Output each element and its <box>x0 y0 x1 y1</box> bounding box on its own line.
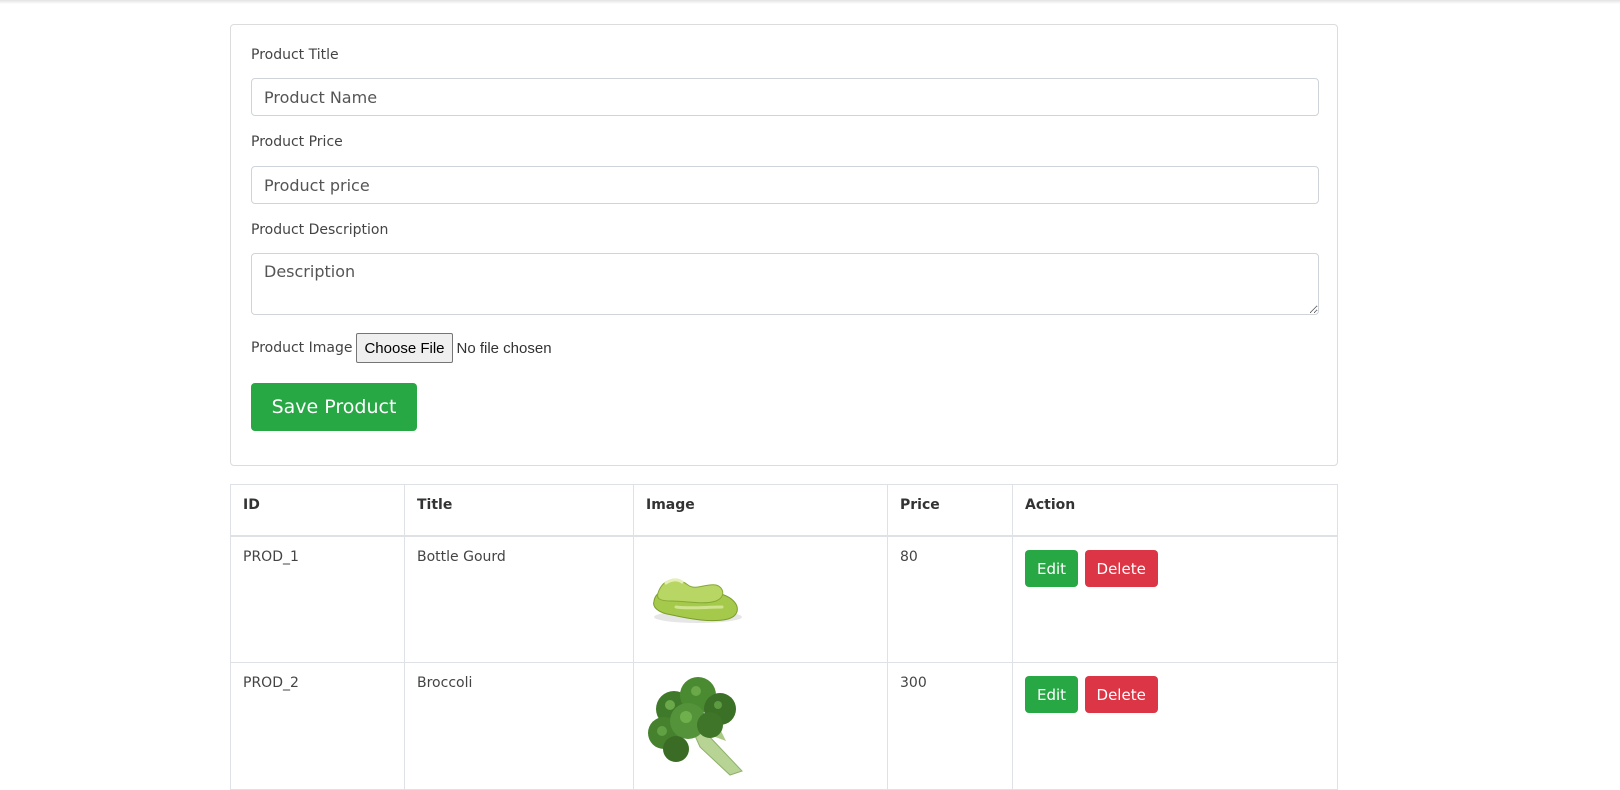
product-image-field: Product Image Choose File No file chosen <box>251 332 552 364</box>
cell-id: PROD_2 <box>230 662 405 790</box>
table-header-row: ID Title Image Price Action <box>230 484 1338 537</box>
cell-price: 300 <box>887 662 1013 790</box>
cell-title: Broccoli <box>404 662 634 790</box>
cell-price: 80 <box>887 535 1013 663</box>
save-product-button[interactable]: Save Product <box>251 383 417 431</box>
broccoli-image <box>648 677 743 776</box>
table-row: PROD_2 Broccoli 300 Edit Delete <box>230 662 1338 790</box>
cell-id: PROD_1 <box>230 535 405 663</box>
product-title-input[interactable] <box>251 78 1319 116</box>
header-action: Action <box>1012 484 1338 537</box>
edit-button[interactable]: Edit <box>1025 550 1079 587</box>
product-description-textarea[interactable] <box>251 253 1319 315</box>
header-price: Price <box>887 484 1013 537</box>
table-row: PROD_1 Bottle Gourd 80 Edit Delete <box>230 535 1338 663</box>
header-title: Title <box>404 484 634 537</box>
product-image-label: Product Image <box>251 340 353 356</box>
delete-button[interactable]: Delete <box>1084 676 1158 713</box>
product-price-label: Product Price <box>251 134 343 150</box>
header-image: Image <box>633 484 888 537</box>
product-form-card: Product Title Product Price Product Desc… <box>230 24 1338 466</box>
product-price-input[interactable] <box>251 166 1319 204</box>
header-id: ID <box>230 484 405 537</box>
edit-button[interactable]: Edit <box>1025 676 1079 713</box>
delete-button[interactable]: Delete <box>1084 550 1158 587</box>
cell-action: Edit Delete <box>1012 535 1338 663</box>
choose-file-button[interactable]: Choose File <box>356 333 453 363</box>
cell-image <box>633 662 888 790</box>
cell-title: Bottle Gourd <box>404 535 634 663</box>
product-title-label: Product Title <box>251 47 339 63</box>
cell-action: Edit Delete <box>1012 662 1338 790</box>
top-shadow <box>0 0 1620 4</box>
product-description-label: Product Description <box>251 222 389 238</box>
file-status-text: No file chosen <box>456 339 552 357</box>
products-table: ID Title Image Price Action PROD_1 Bottl… <box>230 484 1338 790</box>
bottle-gourd-image <box>653 578 742 623</box>
cell-image <box>633 535 888 663</box>
